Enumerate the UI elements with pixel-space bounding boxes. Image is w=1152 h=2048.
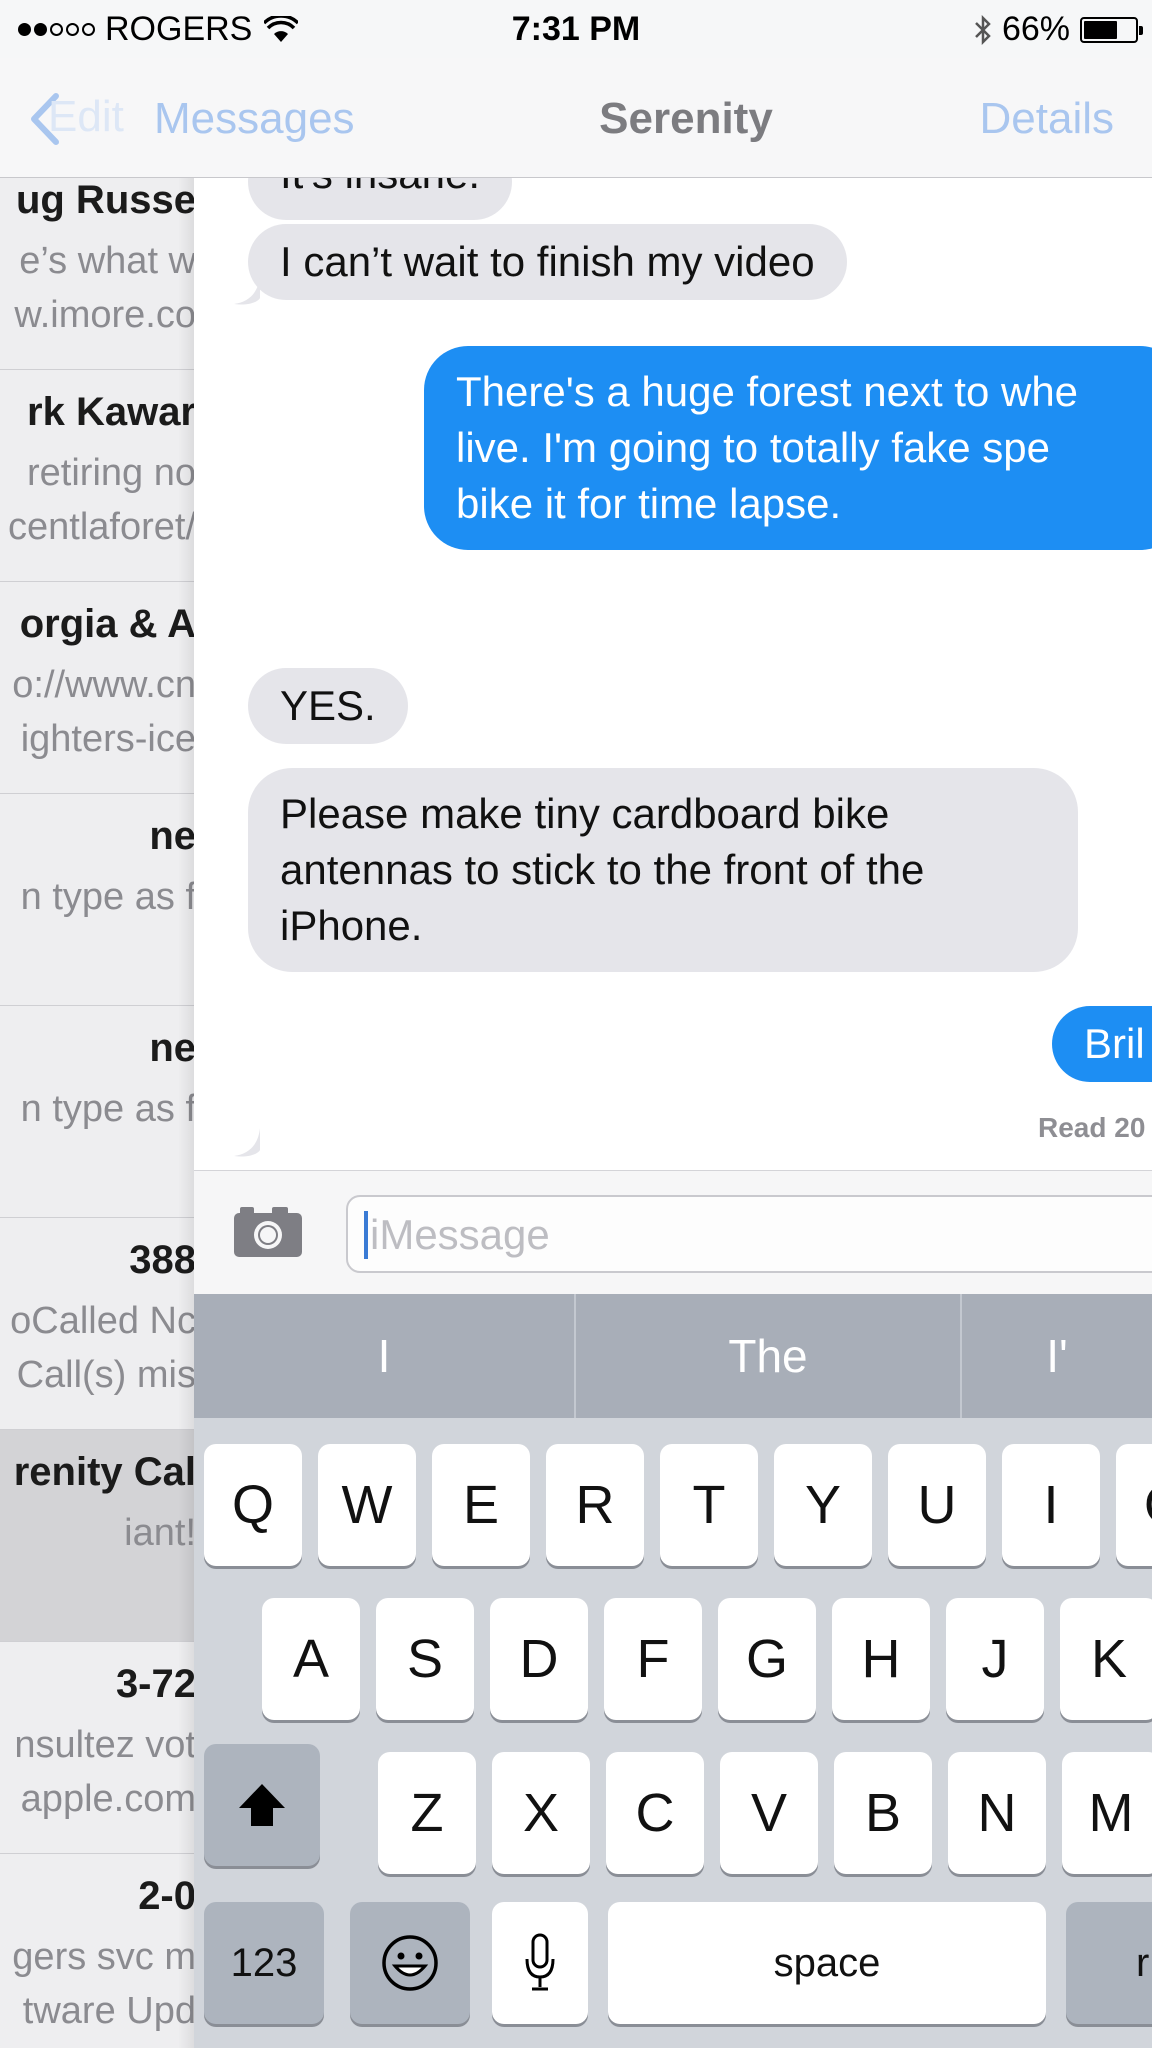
bubble-tail	[234, 1128, 260, 1157]
message-bubble-incoming: Please make tiny cardboard bike antennas…	[248, 768, 1078, 972]
dictation-key[interactable]	[492, 1902, 588, 2024]
space-key[interactable]: space	[608, 1902, 1046, 2024]
input-placeholder: iMessage	[370, 1211, 550, 1258]
conversation-preview-line: retiring no	[27, 452, 196, 494]
bluetooth-icon	[975, 14, 991, 45]
message-bubble-incoming: I can’t wait to finish my video	[248, 224, 847, 300]
message-text: It’s insane.	[280, 178, 480, 197]
key-r[interactable]: R	[546, 1444, 644, 1566]
bubble-tail	[234, 276, 260, 305]
battery-fill	[1084, 20, 1117, 39]
conversation-item[interactable]: ne n type as f	[0, 794, 196, 1006]
return-key[interactable]: r	[1066, 1902, 1152, 2024]
key-b[interactable]: B	[834, 1752, 932, 1874]
numbers-key[interactable]: 123	[204, 1902, 324, 2024]
conversation-item[interactable]: ne n type as f	[0, 1006, 196, 1218]
microphone-icon	[525, 1933, 555, 1991]
camera-icon[interactable]	[232, 1203, 304, 1259]
key-u[interactable]: U	[888, 1444, 986, 1566]
conversation-name: renity Cal	[13, 1450, 196, 1494]
message-line: Please make tiny cardboard bike	[280, 790, 890, 837]
key-z[interactable]: Z	[378, 1752, 476, 1874]
imessage-input[interactable]: iMessage	[346, 1195, 1152, 1273]
predictive-text-bar: I The I'	[194, 1294, 1152, 1418]
conversation-list: ug Russe e’s what w w.imore.co rk Kawar reti…	[0, 178, 196, 2048]
message-text: Bril	[1084, 1020, 1145, 1067]
details-button[interactable]: Details	[980, 94, 1115, 144]
message-line: antennas to stick to the front of the	[280, 846, 925, 893]
message-text: YES.	[280, 682, 376, 729]
conversation-preview-line: centlaforet/	[8, 506, 196, 548]
message-bubble-incoming: It’s insane.	[248, 178, 513, 220]
keyboard: 123 space r QWERTYUIO ASDFGHJK ZXCVBNM	[194, 1418, 1152, 2048]
key-n[interactable]: N	[948, 1752, 1046, 1874]
conversation-preview-line: nsultez vot	[14, 1724, 196, 1766]
conversation-item[interactable]: 3-72 nsultez vot apple.com	[0, 1642, 196, 1854]
key-x[interactable]: X	[492, 1752, 590, 1874]
message-bubble-incoming: YES.	[248, 668, 408, 744]
key-o[interactable]: O	[1116, 1444, 1152, 1566]
conversation-preview-line: tware Upd	[22, 1990, 196, 2032]
conversation-item[interactable]: orgia & A o://www.cn ighters-ice	[0, 582, 196, 794]
message-line: live. I'm going to totally fake spe	[456, 424, 1050, 471]
suggestion-3[interactable]: I'	[962, 1294, 1152, 1418]
message-text: I can’t wait to finish my video	[280, 238, 815, 285]
shift-key[interactable]	[204, 1744, 320, 1866]
conversation-item[interactable]: ug Russe e’s what w w.imore.co	[0, 178, 196, 370]
conversation-preview-line: gers svc m	[12, 1936, 196, 1978]
navigation-bar: Edit Messages Serenity Details	[0, 58, 1152, 178]
shift-arrow-icon	[239, 1784, 285, 1826]
key-i[interactable]: I	[1002, 1444, 1100, 1566]
key-y[interactable]: Y	[774, 1444, 872, 1566]
suggestion-2[interactable]: The	[576, 1294, 962, 1418]
conversation-preview-line: ighters-ice	[20, 718, 196, 760]
conversation-item[interactable]: renity Cal iant!	[0, 1430, 196, 1642]
key-e[interactable]: E	[432, 1444, 530, 1566]
conversation-preview-line: e’s what w	[19, 240, 196, 282]
emoji-icon	[382, 1935, 438, 1991]
status-right: 66%	[974, 10, 1143, 49]
key-c[interactable]: C	[606, 1752, 704, 1874]
key-j[interactable]: J	[946, 1598, 1044, 1720]
key-t[interactable]: T	[660, 1444, 758, 1566]
message-line: There's a huge forest next to whe	[456, 368, 1079, 415]
key-w[interactable]: W	[318, 1444, 416, 1566]
key-h[interactable]: H	[832, 1598, 930, 1720]
message-line: iPhone.	[280, 902, 423, 949]
conversation-name: orgia & A	[19, 602, 196, 646]
key-k[interactable]: K	[1060, 1598, 1152, 1720]
text-cursor	[364, 1211, 368, 1259]
emoji-key[interactable]	[350, 1902, 470, 2024]
chat-transcript[interactable]: It’s insane. I can’t wait to finish my v…	[194, 178, 1152, 1170]
key-a[interactable]: A	[262, 1598, 360, 1720]
key-f[interactable]: F	[604, 1598, 702, 1720]
status-bar: ROGERS 7:31 PM 66%	[0, 0, 1152, 58]
conversation-preview-line: oCalled Nc	[10, 1300, 196, 1342]
message-line: bike it for time lapse.	[456, 480, 842, 527]
conversation-preview-line: n type as f	[20, 1088, 196, 1130]
conversation-preview-line: Call(s) mis	[16, 1354, 196, 1396]
message-input-bar: iMessage	[194, 1170, 1152, 1294]
message-bubble-outgoing: Bril	[1052, 1006, 1152, 1082]
conversation-name: ug Russe	[15, 178, 196, 222]
read-receipt: Read 20	[1038, 1112, 1146, 1143]
conversation-name: rk Kawar	[27, 390, 196, 434]
battery-icon	[1080, 16, 1143, 43]
key-m[interactable]: M	[1062, 1752, 1152, 1874]
suggestion-1[interactable]: I	[194, 1294, 576, 1418]
conversation-preview-line: n type as f	[20, 876, 196, 918]
conversation-preview-line: o://www.cn	[12, 664, 196, 706]
key-q[interactable]: Q	[204, 1444, 302, 1566]
key-s[interactable]: S	[376, 1598, 474, 1720]
conversation-item[interactable]: rk Kawar retiring no centlaforet/	[0, 370, 196, 582]
conversation-preview-line: apple.com	[20, 1778, 196, 1820]
battery-percent: 66%	[1001, 10, 1070, 48]
key-g[interactable]: G	[718, 1598, 816, 1720]
message-bubble-outgoing: There's a huge forest next to whe live. …	[424, 346, 1152, 550]
key-d[interactable]: D	[490, 1598, 588, 1720]
conversation-item[interactable]: 388 oCalled Nc Call(s) mis	[0, 1218, 196, 1430]
conversation-item[interactable]: 2-0 gers svc m tware Upd	[0, 1854, 196, 2048]
key-v[interactable]: V	[720, 1752, 818, 1874]
conversation-preview-line: w.imore.co	[14, 294, 196, 336]
